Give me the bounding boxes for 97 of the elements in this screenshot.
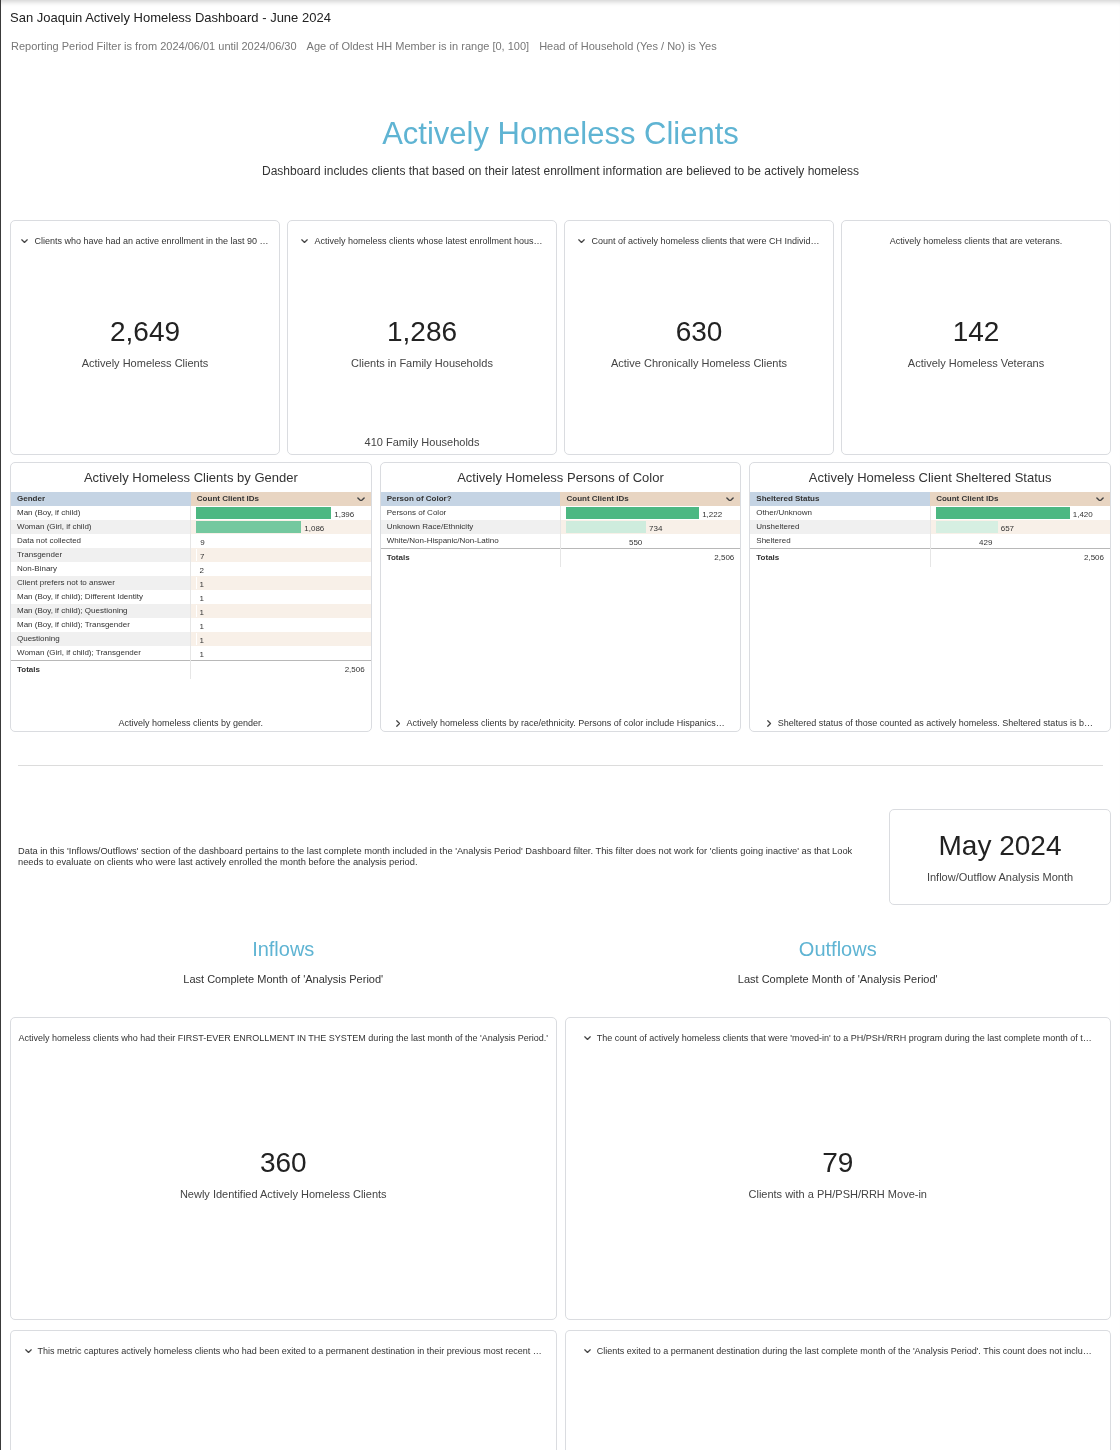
chevron-down-icon[interactable]	[1096, 496, 1104, 502]
bar-value: 1,396	[334, 509, 355, 520]
table-cell: Non-Binary	[11, 562, 191, 576]
card-description: Clients who have had an active enrollment in the last 90 …	[34, 235, 269, 247]
chevron-down-icon[interactable]	[726, 496, 735, 502]
chevron-right-icon[interactable]	[767, 719, 772, 727]
metric-label: Clients in Family Households	[351, 355, 493, 371]
dashboard-subheading: Dashboard includes clients that based on their latest enrollment information are believed to be actively homeless	[261, 163, 860, 179]
bar-value: 2	[199, 565, 204, 576]
bar-value: 1	[199, 593, 204, 604]
card-description: Sheltered status of those counted as actively homeless. Sheltered status is b…	[777, 717, 1093, 729]
column-header[interactable]: Count Client IDs	[930, 492, 1110, 506]
table-cell: Unsheltered	[750, 520, 931, 534]
chevron-right-icon[interactable]	[396, 719, 401, 727]
card-description: Actively homeless clients whose latest enrollment hous…	[314, 235, 543, 247]
table-title: Actively Homeless Client Sheltered Status	[807, 469, 1053, 487]
column-header[interactable]: Count Client IDs	[190, 492, 371, 506]
section-title: Outflows	[797, 937, 878, 961]
chevron-down-icon[interactable]	[21, 238, 29, 244]
table-cell: Data not collected	[11, 534, 191, 548]
totals-label: Totals	[380, 548, 561, 567]
bar-value: 1	[199, 649, 204, 660]
bar-value: 657	[1000, 523, 1015, 534]
metric-label: Newly Identified Actively Homeless Clients	[179, 1186, 387, 1202]
chevron-down-icon[interactable]	[583, 1035, 591, 1041]
table-cell: Woman (Girl, if child); Transgender	[11, 646, 191, 661]
dashboard-heading: Actively Homeless Clients	[381, 115, 740, 153]
totals-label: Totals	[750, 548, 931, 567]
bar-value: 734	[649, 523, 663, 534]
bar-value: 1,086	[304, 523, 325, 534]
metric-value: 360	[259, 1145, 307, 1180]
month-label: Inflow/Outflow Analysis Month	[926, 870, 1074, 885]
totals-label: Totals	[11, 660, 191, 679]
card-description: Actively homeless clients by race/ethnicity. Persons of color include Hispanics…	[406, 717, 725, 729]
bar-value: 1	[199, 621, 204, 632]
card-description: Actively homeless clients by gender.	[118, 717, 264, 729]
bar-value: 1,420	[1072, 509, 1093, 520]
card-description: Count of actively homeless clients that were CH Individ…	[591, 235, 820, 247]
table-cell: Man (Boy, if child)	[11, 506, 191, 520]
section-subtitle: Last Complete Month of 'Analysis Period'	[736, 972, 939, 986]
table-title: Actively Homeless Persons of Color	[456, 469, 665, 487]
table-cell: Client prefers not to answer	[11, 576, 191, 590]
bar-value: 7	[200, 551, 205, 562]
metric-label: Actively Homeless Veterans	[907, 355, 1045, 371]
metric-value: 2,649	[109, 314, 181, 349]
section-title: Inflows	[251, 937, 316, 961]
section-note: Data in this 'Inflows/Outflows' section of the dashboard pertains to the last complete month included in the 'Analysis Period' Dashboard filter. This filter does not work for 'clients going inactive' as that Look needs to evaluate on clients who were last actively enrolled the month before the analysis period.	[17, 846, 854, 868]
dashboard-title: San Joaquin Actively Homeless Dashboard - June 2024	[10, 9, 332, 25]
table-cell: Sheltered	[750, 534, 931, 549]
filter-text: Age of Oldest HH Member is in range [0, 100]	[306, 39, 530, 53]
card-description: This metric captures actively homeless clients who had been exited to a permanent destination in their previous most recent …	[37, 1345, 542, 1357]
card-description: Clients exited to a permanent destination during the last complete month of the 'Analysis Period'. This count does not inclu…	[596, 1345, 1092, 1357]
table-cell: Woman (Girl, if child)	[11, 520, 191, 534]
bar-value: 1	[199, 579, 204, 590]
bar-value: 550	[628, 537, 643, 548]
chevron-down-icon[interactable]	[583, 1348, 591, 1354]
section-subtitle: Last Complete Month of 'Analysis Period'	[182, 972, 385, 986]
bar-value: 1,222	[702, 509, 723, 520]
table-cell: Persons of Color	[380, 506, 561, 520]
chevron-down-icon[interactable]	[301, 238, 309, 244]
bar-value: 429	[979, 537, 993, 548]
metric-label: Active Chronically Homeless Clients	[610, 355, 788, 371]
metric-footnote: 410 Family Households	[364, 435, 480, 450]
metric-value: 142	[952, 314, 1000, 349]
bar-value: 9	[200, 537, 205, 548]
table-cell: Questioning	[11, 632, 191, 646]
totals-value: 2,506	[560, 548, 741, 567]
column-header[interactable]: Person of Color?	[380, 492, 561, 506]
chevron-down-icon[interactable]	[578, 238, 586, 244]
chevron-down-icon[interactable]	[24, 1348, 32, 1354]
card-description: Actively homeless clients that are veterans.	[889, 235, 1063, 247]
filter-text: Head of Household (Yes / No) is Yes	[539, 39, 717, 53]
column-header[interactable]: Gender	[11, 492, 191, 506]
card-description: The count of actively homeless clients that were 'moved-in' to a PH/PSH/RRH program during the last complete month of t…	[596, 1032, 1092, 1044]
card-description: Actively homeless clients who had their FIRST-EVER ENROLLMENT IN THE SYSTEM during the last month of the 'Analysis Period.'	[18, 1032, 548, 1044]
chevron-down-icon[interactable]	[356, 496, 365, 502]
table-cell: White/Non-Hispanic/Non-Latino	[380, 534, 561, 549]
column-header[interactable]: Count Client IDs	[560, 492, 741, 506]
bar-value: 1	[199, 635, 204, 646]
filter-text: Reporting Period Filter is from 2024/06/01 until 2024/06/30	[11, 39, 297, 53]
month-value: May 2024	[938, 829, 1062, 863]
table-cell: Other/Unknown	[750, 506, 931, 520]
metric-label: Actively Homeless Clients	[81, 355, 209, 371]
metric-value: 630	[675, 314, 723, 349]
bar-value: 1	[199, 607, 204, 618]
totals-value: 2,506	[930, 548, 1110, 567]
table-cell: Unknown Race/Ethnicity	[380, 520, 561, 534]
metric-value: 79	[822, 1145, 854, 1180]
table-cell: Man (Boy, if child); Transgender	[11, 618, 191, 632]
totals-value: 2,506	[190, 660, 371, 679]
metric-label: Clients with a PH/PSH/RRH Move-in	[748, 1186, 927, 1202]
table-title: Actively Homeless Clients by Gender	[82, 469, 299, 487]
table-cell: Man (Boy, if child); Questioning	[11, 604, 191, 618]
metric-value: 1,286	[386, 314, 458, 349]
table-cell: Man (Boy, if child); Different Identity	[11, 590, 191, 604]
column-header[interactable]: Sheltered Status	[750, 492, 931, 506]
table-cell: Transgender	[11, 548, 191, 562]
